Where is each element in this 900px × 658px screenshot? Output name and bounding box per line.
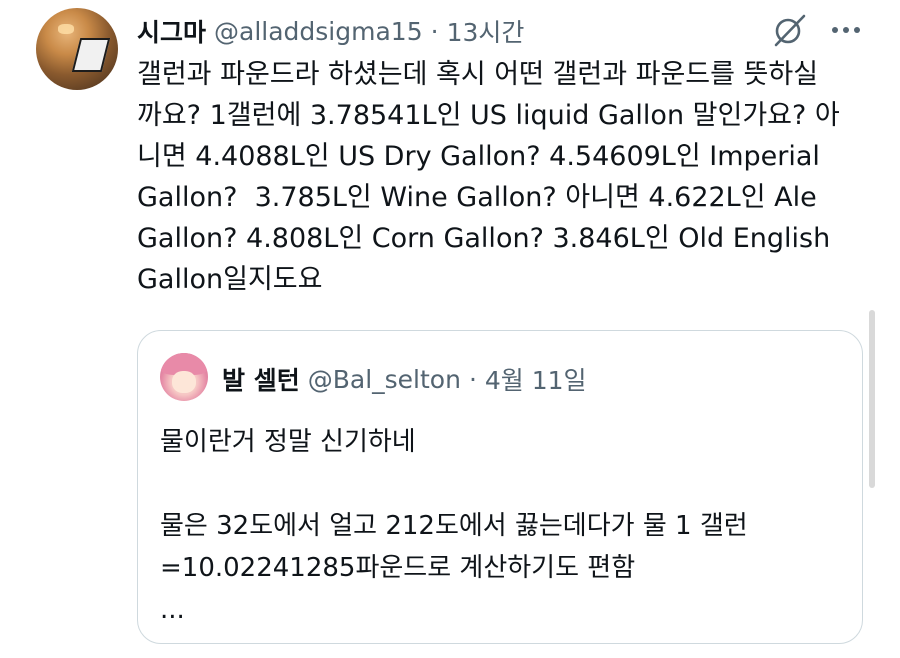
header-separator: · [430,16,439,46]
more-icon[interactable] [828,16,864,44]
avatar-highlight [58,24,74,34]
tweet-text: 갤런과 파운드라 하셨는데 혹시 어떤 갤런과 파운드를 뜻하실 까요? 1갤런… [137,59,840,295]
avatar-figure [71,38,111,72]
quote-text: 물이란거 정말 신기하네 물은 32도에서 얼고 212도에서 끓는데다가 물 … [160,427,748,625]
author-display-name[interactable]: 시그마 [137,13,206,49]
quote-tweet-card[interactable]: 발 셀턴 @Bal_selton · 4월 11일 물이란거 정말 신기하네 물… [137,330,863,644]
avatar-face [172,371,196,393]
tweet-header: 시그마 @alladdsigma15 · 13시간 [137,14,524,48]
quote-author-handle[interactable]: @Bal_selton [308,365,461,394]
quote-author-display-name[interactable]: 발 셀턴 [222,361,300,397]
quote-header-separator: · [468,364,477,394]
quote-timestamp[interactable]: 4월 11일 [485,361,587,397]
grok-icon[interactable] [772,12,808,48]
author-avatar[interactable] [36,8,118,90]
tweet-timestamp[interactable]: 13시간 [447,13,525,49]
quote-header: 발 셀턴 @Bal_selton · 4월 11일 [222,361,587,397]
author-handle[interactable]: @alladdsigma15 [214,17,423,46]
quote-author-avatar[interactable] [160,353,208,401]
scrollbar[interactable] [869,310,875,488]
